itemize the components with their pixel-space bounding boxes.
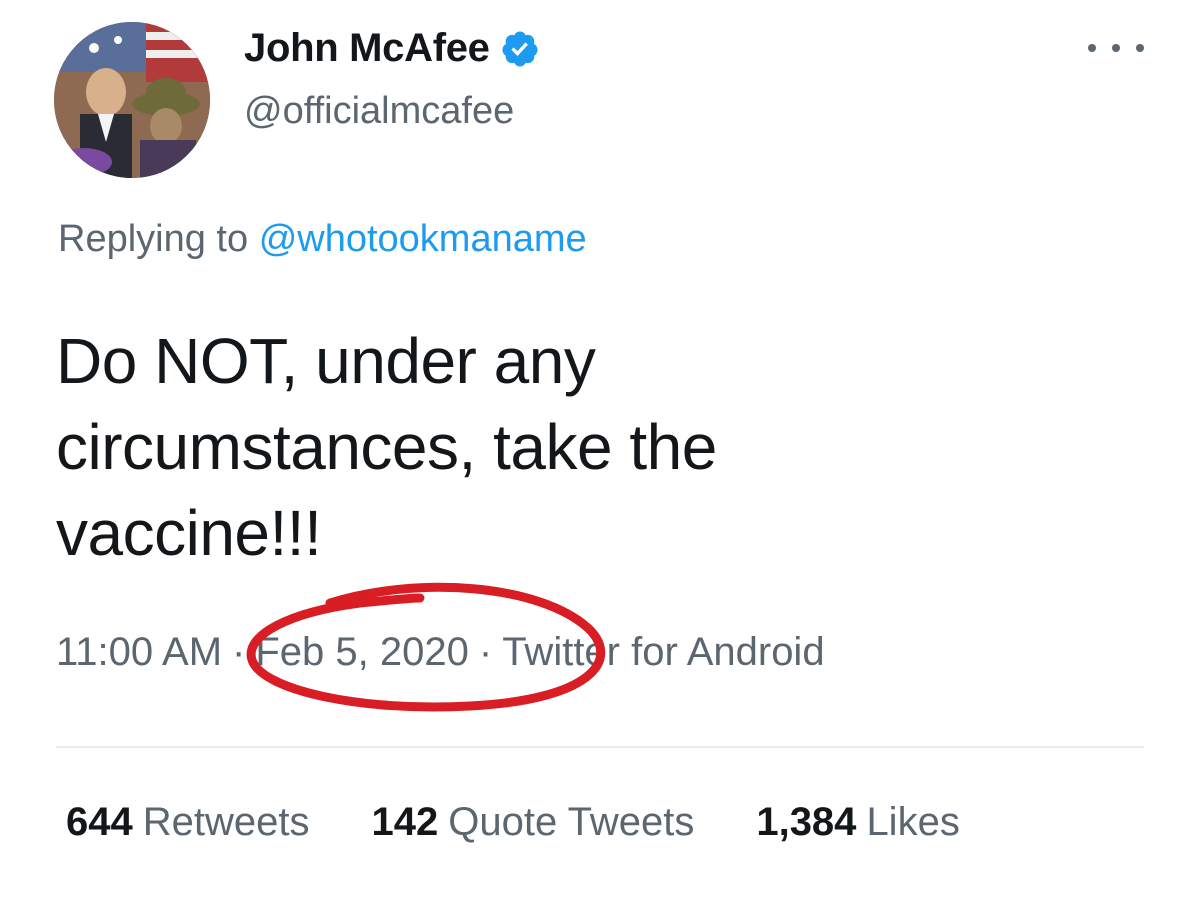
meta-separator: · xyxy=(478,630,493,674)
tweet-source[interactable]: Twitter for Android xyxy=(502,630,824,674)
avatar-image xyxy=(54,22,210,178)
replying-to: Replying to @whotookmaname xyxy=(58,218,587,261)
more-dot xyxy=(1136,44,1144,52)
tweet-time[interactable]: 11:00 AM xyxy=(56,630,222,674)
more-dot xyxy=(1112,44,1120,52)
author-name-row: John McAfee xyxy=(244,26,540,71)
tweet-text-line: circumstances, take the xyxy=(56,411,717,483)
quote-tweets-stat[interactable]: 142 Quote Tweets xyxy=(372,800,695,845)
more-options-icon[interactable] xyxy=(1088,36,1144,60)
likes-stat[interactable]: 1,384 Likes xyxy=(756,800,960,845)
retweets-count: 644 xyxy=(66,800,133,844)
author-handle[interactable]: @officialmcafee xyxy=(244,90,514,133)
retweets-label: Retweets xyxy=(142,800,310,844)
more-dot xyxy=(1088,44,1096,52)
divider xyxy=(56,746,1144,748)
retweets-stat[interactable]: 644 Retweets xyxy=(66,800,310,845)
tweet-text-line: vaccine!!! xyxy=(56,497,322,569)
tweet-date[interactable]: Feb 5, 2020 xyxy=(255,630,469,674)
likes-count: 1,384 xyxy=(756,800,857,844)
tweet-text-line: Do NOT, under any xyxy=(56,325,596,397)
meta-separator: · xyxy=(232,630,246,674)
quote-tweets-label: Quote Tweets xyxy=(448,800,695,844)
replying-to-prefix: Replying to xyxy=(58,218,249,260)
engagement-stats: 644 Retweets 142 Quote Tweets 1,384 Likes xyxy=(66,800,960,845)
tweet-meta: 11:00 AM · Feb 5, 2020 · Twitter for Android xyxy=(56,630,825,675)
likes-label: Likes xyxy=(866,800,960,844)
verified-badge-icon xyxy=(502,31,538,66)
quote-tweets-count: 142 xyxy=(371,800,439,844)
tweet-card: John McAfee @officialmcafee Replying to … xyxy=(0,0,1200,900)
tweet-text: Do NOT, under any circumstances, take th… xyxy=(56,318,1116,576)
reply-target-link[interactable]: @whotookmaname xyxy=(259,218,587,260)
author-display-name[interactable]: John McAfee xyxy=(244,26,490,71)
avatar[interactable] xyxy=(54,22,210,178)
